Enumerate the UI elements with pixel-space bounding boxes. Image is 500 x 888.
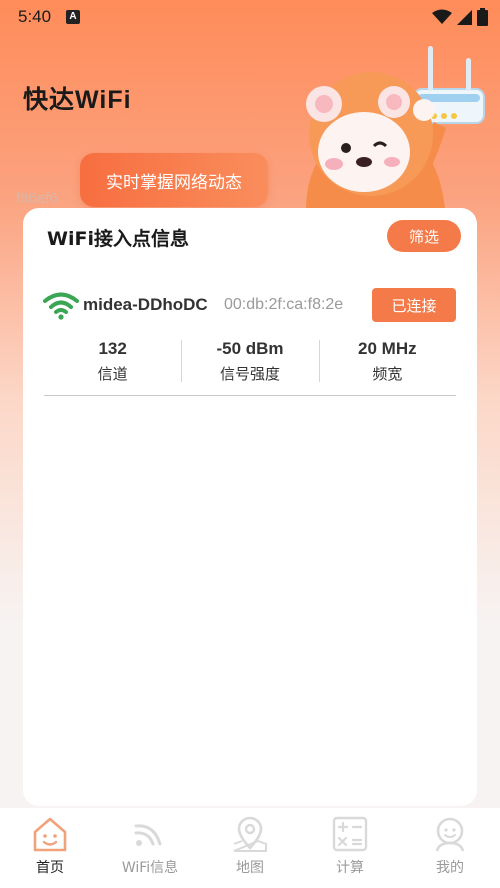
tab-wifi-info-label: WiFi信息 — [121, 860, 179, 876]
profile-icon — [435, 817, 465, 852]
ap-stats: 132 信道 -50 dBm 信号强度 20 MHz 频宽 — [44, 338, 456, 386]
channel-value: 132 — [98, 339, 127, 358]
tab-wifi-info[interactable]: WiFi信息 — [100, 808, 200, 888]
card-title: WiFi接入点信息 — [47, 228, 189, 250]
tab-home-label: 首页 — [36, 860, 64, 876]
tab-home[interactable]: 首页 — [0, 808, 100, 888]
banner-text: 实时掌握网络动态 — [106, 172, 242, 193]
status-bar: 5:40 A — [0, 0, 500, 36]
calculator-icon — [332, 816, 368, 852]
bandwidth-value: 20 MHz — [358, 339, 417, 358]
wifi-icon — [134, 824, 162, 846]
mascot-bear-router-illustration — [305, 46, 485, 219]
signal-value: -50 dBm — [216, 339, 284, 358]
filter-button[interactable]: 筛选 — [387, 220, 461, 252]
bssid-label: 00:db:2f:ca:f8:2e — [224, 296, 344, 313]
a-icon: A — [66, 10, 80, 24]
ghost-hex-text: f86ef6 — [16, 190, 58, 207]
access-point-row[interactable]: midea-DDhoDC 00:db:2f:ca:f8:2e 已连接 — [43, 288, 457, 322]
connected-badge: 已连接 — [372, 288, 456, 322]
channel-label: 信道 — [97, 365, 128, 383]
tab-map[interactable]: 地图 — [200, 808, 300, 888]
tab-mine-label: 我的 — [436, 860, 464, 876]
tab-calculate[interactable]: 计算 — [300, 808, 400, 888]
battery-icon — [477, 8, 488, 26]
home-icon — [33, 817, 67, 852]
signal-icon — [457, 9, 472, 25]
ssid-label: midea-DDhoDC — [83, 295, 208, 314]
signal-stat: -50 dBm 信号强度 — [181, 338, 318, 386]
tab-calculate-label: 计算 — [336, 860, 364, 876]
bandwidth-stat: 20 MHz 频宽 — [318, 338, 456, 386]
status-icons — [432, 8, 488, 26]
map-pin-icon — [233, 816, 267, 852]
channel-stat: 132 信道 — [44, 338, 181, 386]
bottom-tab-bar: 首页 WiFi信息 地图 计算 我的 — [0, 808, 500, 888]
signal-label: 信号强度 — [219, 365, 280, 383]
app-title: 快达WiFi — [23, 86, 132, 114]
wifi-signal-icon — [43, 292, 79, 320]
tab-map-label: 地图 — [236, 860, 264, 876]
status-time: 5:40 — [18, 7, 52, 26]
wifi-info-card: WiFi接入点信息 筛选 midea-DDhoDC 00:db:2f:ca:f8… — [23, 208, 477, 806]
row-divider — [44, 395, 456, 396]
tab-mine[interactable]: 我的 — [400, 808, 500, 888]
wifi-status-icon — [432, 9, 452, 24]
banner-pill: 实时掌握网络动态 — [80, 153, 268, 207]
bandwidth-label: 频宽 — [372, 365, 403, 383]
